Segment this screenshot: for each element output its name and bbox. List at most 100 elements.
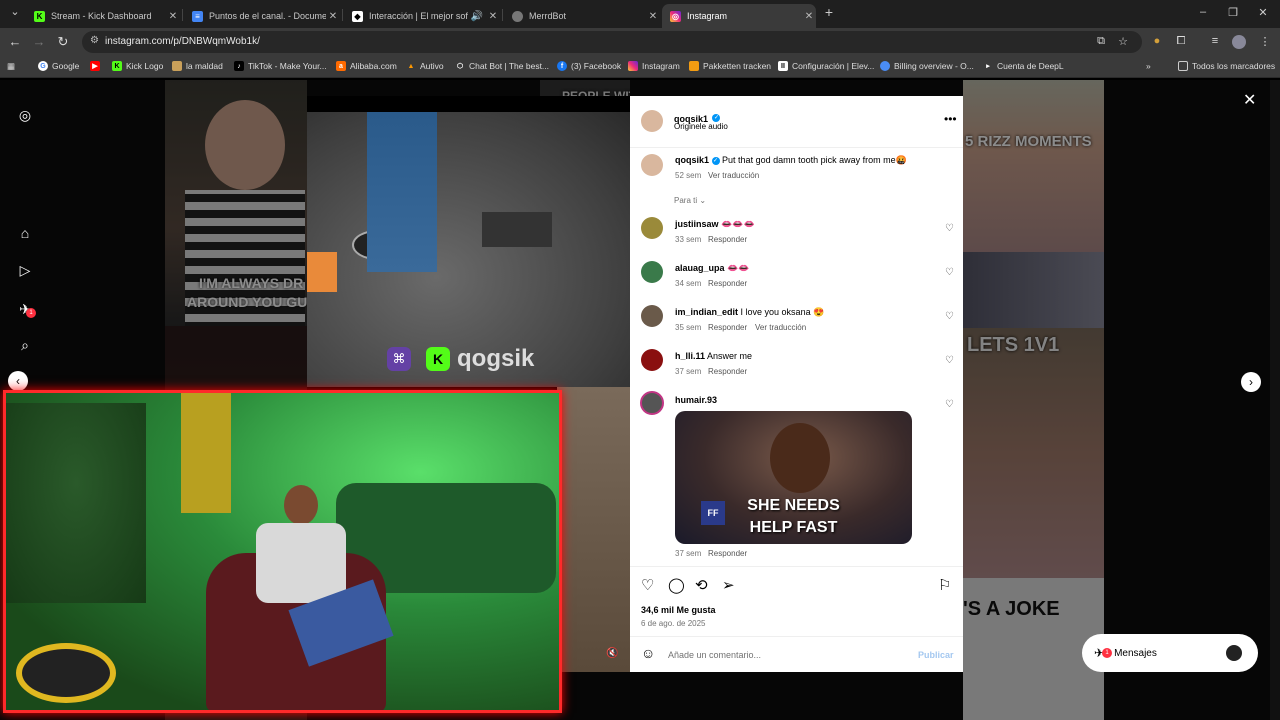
repost-icon[interactable]: ⟲ [695, 576, 708, 594]
next-post-button[interactable]: › [1241, 372, 1261, 392]
bookmark-configuracion[interactable]: II Configuración | Elev... [778, 61, 874, 71]
alibaba-icon: a [336, 61, 346, 71]
bookmark-chatbot[interactable]: ⬡ Chat Bot | The best... [455, 61, 549, 71]
translate-link[interactable]: Ver traducción [708, 171, 759, 180]
avatar[interactable] [641, 305, 663, 327]
like-comment-icon[interactable]: ♡ [945, 399, 954, 410]
gif-reply[interactable]: FF SHE NEEDS HELP FAST [675, 411, 912, 544]
site-info-icon[interactable]: ⚙ [90, 35, 99, 46]
avatar[interactable] [641, 217, 663, 239]
bookmark-deepl[interactable]: ▸ Cuenta de DeepL [983, 61, 1063, 71]
address-bar[interactable]: ⚙ instagram.com/p/DNBWqmWob1k/ ⧉ ☆ [82, 31, 1142, 53]
tab-docs[interactable]: ≡ Puntos de el canal. - Document ✕ [184, 4, 340, 28]
home-icon[interactable]: ⌂ [16, 224, 34, 242]
username[interactable]: qoqsik1 [675, 155, 709, 165]
translate-link[interactable]: Ver traducción [755, 323, 806, 332]
save-bookmark-icon[interactable]: ⚐ [938, 576, 951, 594]
post-date: 6 de ago. de 2025 [641, 619, 706, 628]
forward-icon[interactable]: → [31, 34, 47, 50]
extensions-puzzle-icon[interactable]: ⧠ [1174, 35, 1188, 48]
emoji-icon[interactable]: ☺ [641, 645, 655, 661]
comment-age: 33 sem [675, 235, 702, 244]
close-tab-icon[interactable]: ✕ [326, 11, 340, 22]
username[interactable]: justiinsaw [675, 219, 719, 229]
close-tab-icon[interactable]: ✕ [166, 11, 180, 22]
audio-link[interactable]: Originele audio [674, 122, 728, 131]
window-close-icon[interactable]: ✕ [1252, 6, 1274, 19]
mute-icon[interactable]: 🔇 [606, 648, 618, 659]
close-tab-icon[interactable]: ✕ [802, 11, 816, 22]
profile-avatar[interactable] [1232, 35, 1246, 49]
reply-link[interactable]: Responder [708, 279, 747, 288]
restore-icon[interactable]: ❐ [1222, 6, 1244, 19]
avatar[interactable] [640, 391, 664, 415]
like-comment-icon[interactable]: ♡ [945, 311, 954, 322]
bookmark-tiktok[interactable]: ♪ TikTok - Make Your... [234, 61, 327, 71]
close-modal-icon[interactable]: ✕ [1243, 90, 1256, 110]
reels-icon[interactable]: ▷ [16, 261, 34, 279]
tab-search-icon[interactable]: ⌄ [4, 5, 26, 18]
close-tab-icon[interactable]: ✕ [486, 11, 500, 22]
reply-link[interactable]: Responder [708, 235, 747, 244]
back-icon[interactable]: ← [7, 34, 23, 50]
avatar[interactable] [641, 349, 663, 371]
more-options-icon[interactable]: ••• [944, 112, 957, 126]
gif-person [770, 423, 830, 493]
bookmark-autivo[interactable]: ▲ Autivo [406, 61, 444, 71]
like-icon[interactable]: ♡ [641, 576, 654, 594]
username[interactable]: h_lli.11 [675, 351, 705, 361]
share-icon[interactable]: ➢ [722, 576, 735, 594]
instagram-logo-icon[interactable]: ◎ [16, 106, 34, 124]
previous-post-button[interactable]: ‹ [8, 371, 28, 391]
tab-interaccion[interactable]: ◆ Interacción | El mejor softw 🔊 ✕ [344, 4, 500, 28]
caption: qoqsik1 ✓ Put that god damn tooth pick a… [675, 155, 945, 166]
bookmark-youtube[interactable]: ▶ [90, 61, 104, 71]
tab-instagram[interactable]: ◎ Instagram ✕ [662, 4, 816, 28]
bookmark-la-maldad[interactable]: la maldad [172, 61, 223, 71]
like-comment-icon[interactable]: ♡ [945, 223, 954, 234]
reply-link[interactable]: Responder [708, 549, 747, 558]
avatar[interactable] [641, 110, 663, 132]
page-scrollbar[interactable] [1270, 80, 1280, 720]
extension-icon[interactable]: ● [1150, 35, 1164, 47]
bookmark-alibaba[interactable]: a Alibaba.com [336, 61, 397, 71]
username[interactable]: im_indian_edit [675, 307, 738, 317]
bookmark-instagram[interactable]: Instagram [628, 61, 680, 71]
bookmark-kick-logo[interactable]: K Kick Logo [112, 61, 163, 71]
bookmark-star-icon[interactable]: ☆ [1116, 35, 1130, 48]
username[interactable]: alauag_upa [675, 263, 725, 273]
speaker-icon[interactable]: 🔊 [468, 11, 486, 22]
like-comment-icon[interactable]: ♡ [945, 355, 954, 366]
like-comment-icon[interactable]: ♡ [945, 267, 954, 278]
sort-filter[interactable]: Para ti ⌄ [674, 196, 706, 205]
gif-caption: HELP FAST [749, 519, 838, 536]
messages-label: Mensajes [1114, 647, 1157, 659]
username[interactable]: humair.93 [675, 395, 717, 405]
like-count[interactable]: 34,6 mil Me gusta [641, 605, 716, 615]
comment-input[interactable]: Añade un comentario... [668, 650, 761, 660]
search-icon[interactable]: ⌕ [16, 336, 34, 354]
reload-icon[interactable]: ↻ [55, 34, 71, 50]
reply-link[interactable]: Responder [708, 323, 747, 332]
comment: im_indian_edit I love you oksana 😍 [675, 307, 824, 318]
close-tab-icon[interactable]: ✕ [646, 11, 660, 22]
bookmark-facebook[interactable]: f (3) Facebook [557, 61, 621, 71]
minimize-icon[interactable]: – [1192, 6, 1214, 18]
avatar[interactable] [641, 261, 663, 283]
new-tab-icon[interactable]: + [818, 4, 840, 20]
apps-grid-icon[interactable]: ▦ [7, 61, 15, 72]
bookmark-billing[interactable]: Billing overview - O... [880, 61, 974, 71]
media-control-icon[interactable]: ≡ [1208, 35, 1222, 47]
all-bookmarks[interactable]: Todos los marcadores [1178, 61, 1275, 71]
publish-button[interactable]: Publicar [918, 650, 954, 660]
menu-kebab-icon[interactable]: ⋮ [1258, 35, 1272, 48]
bookmark-google[interactable]: G Google [38, 61, 79, 71]
avatar[interactable] [641, 154, 663, 176]
reply-link[interactable]: Responder [708, 367, 747, 376]
bookmark-pakketten[interactable]: Pakketten tracken [689, 61, 771, 71]
comment-icon[interactable]: ◯ [668, 576, 685, 594]
install-app-icon[interactable]: ⧉ [1094, 35, 1108, 48]
tab-kick-dashboard[interactable]: K Stream - Kick Dashboard ✕ [26, 4, 180, 28]
tab-merrdbot[interactable]: MerrdBot ✕ [504, 4, 660, 28]
bookmarks-overflow-icon[interactable]: » [1146, 61, 1151, 71]
